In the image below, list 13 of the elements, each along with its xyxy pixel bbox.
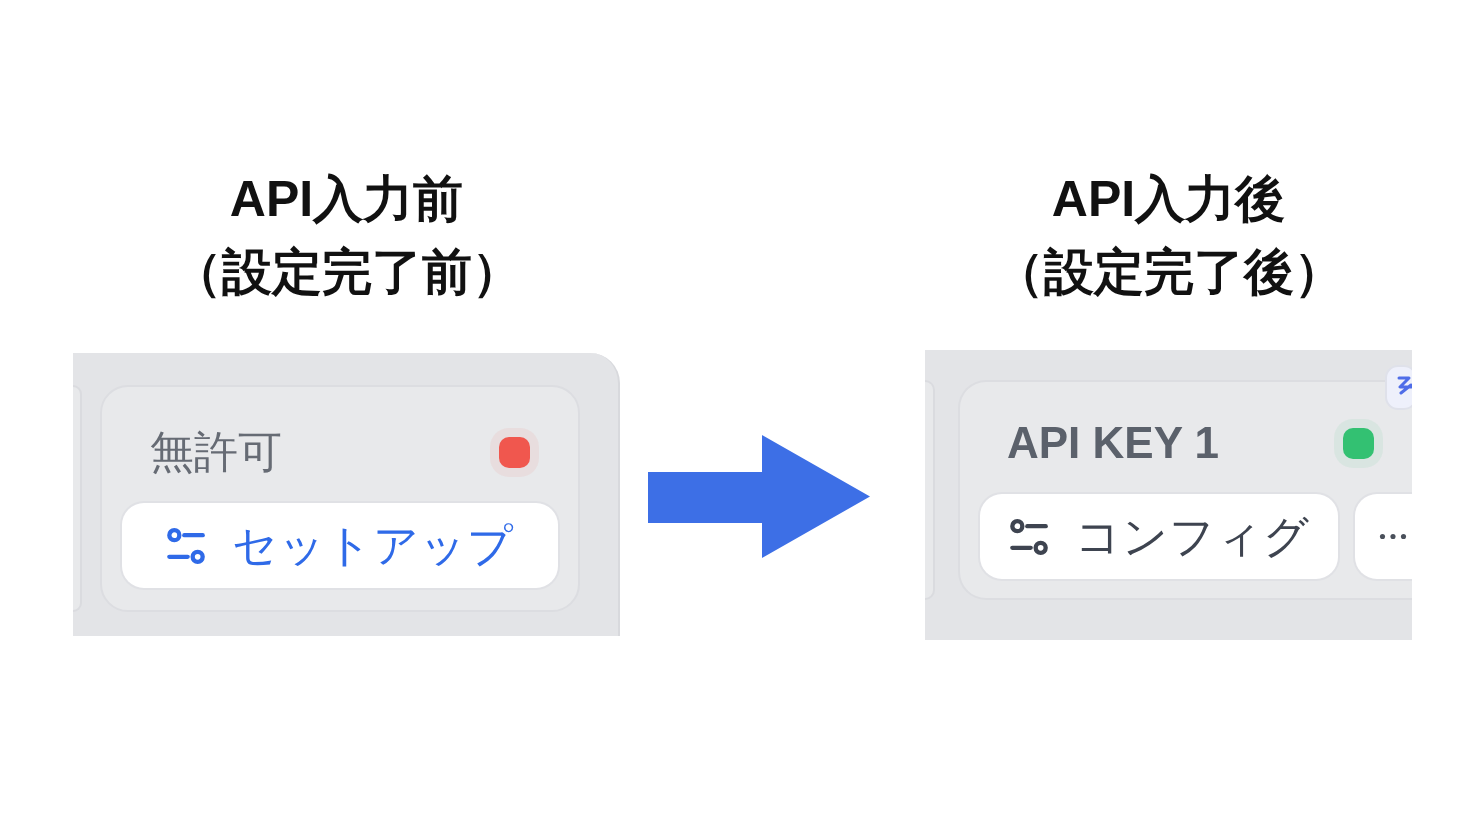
- setup-button[interactable]: セットアップ: [122, 503, 558, 588]
- title-line: （設定完了前）: [171, 243, 522, 302]
- sliders-icon: [1008, 516, 1049, 557]
- title-line: API入力後: [1051, 170, 1286, 229]
- config-button[interactable]: コンフィグ: [980, 494, 1338, 579]
- arrow-icon: [648, 435, 870, 558]
- zigzag-icon[interactable]: [1385, 365, 1412, 410]
- sliders-icon: [166, 525, 206, 566]
- status-label: 無許可: [150, 425, 282, 479]
- title-line: API入力前: [229, 170, 464, 229]
- status-label: API KEY 1: [1007, 416, 1219, 469]
- title-line: （設定完了後）: [993, 243, 1344, 302]
- more-icon: [1379, 533, 1407, 540]
